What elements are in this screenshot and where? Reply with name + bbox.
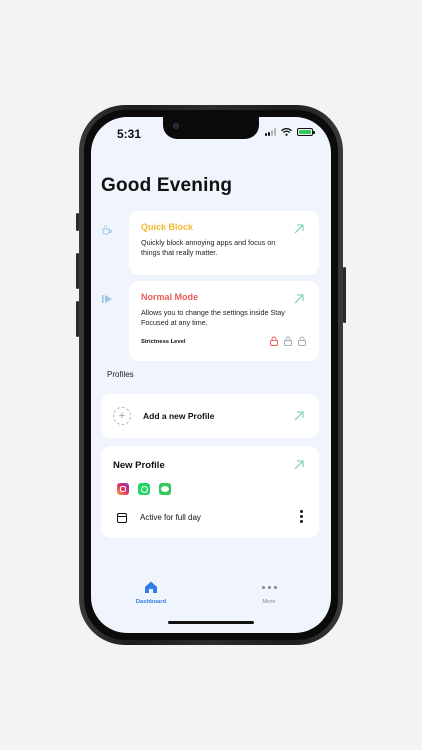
- schedule-label: Active for full day: [140, 513, 201, 522]
- app-screen: 5:31 Good Evening Quick Block Quickly bl…: [91, 117, 331, 633]
- open-arrow-icon[interactable]: [293, 410, 305, 422]
- tab-dashboard-label: Dashboard: [135, 599, 167, 605]
- volume-down-button: [76, 301, 79, 337]
- lock-icon[interactable]: [283, 336, 293, 346]
- quick-block-title: Quick Block: [141, 222, 194, 232]
- calendar-icon: [117, 513, 127, 523]
- home-icon: [145, 581, 157, 593]
- wifi-icon: [281, 128, 292, 136]
- cellular-signal-icon: [265, 128, 276, 136]
- normal-mode-description: Allows you to change the settings inside…: [141, 308, 285, 327]
- notch: [163, 117, 259, 139]
- battery-icon: [297, 128, 315, 136]
- blocked-apps: [117, 483, 171, 495]
- tab-bar: Dashboard More: [91, 565, 331, 633]
- tab-more-label: More: [262, 599, 276, 605]
- instagram-icon: [117, 483, 129, 495]
- messages-icon: [159, 483, 171, 495]
- front-camera: [173, 123, 179, 129]
- strictness-level-selector[interactable]: [269, 336, 307, 346]
- coffee-cup-icon: [101, 224, 113, 236]
- quick-block-description: Quickly block annoying apps and focus on…: [141, 238, 276, 257]
- lock-icon[interactable]: [297, 336, 307, 346]
- phone-frame: 5:31 Good Evening Quick Block Quickly bl…: [76, 105, 346, 645]
- more-options-icon[interactable]: [300, 510, 304, 523]
- strictness-level-label: Strictness Level: [141, 339, 186, 345]
- canvas: 5:31 Good Evening Quick Block Quickly bl…: [0, 0, 422, 750]
- add-profile-card[interactable]: + Add a new Profile: [101, 394, 319, 438]
- open-arrow-icon[interactable]: [293, 459, 305, 471]
- page-title: Good Evening: [101, 175, 233, 196]
- whatsapp-icon: [138, 483, 150, 495]
- ellipsis-icon: [239, 579, 299, 595]
- normal-mode-card[interactable]: Normal Mode Allows you to change the set…: [129, 281, 319, 361]
- open-arrow-icon[interactable]: [293, 293, 305, 305]
- lock-icon[interactable]: [269, 336, 279, 346]
- add-profile-label: Add a new Profile: [143, 411, 215, 421]
- power-button: [343, 267, 346, 323]
- status-icons: [265, 128, 315, 136]
- plus-icon: +: [113, 407, 131, 425]
- mute-switch: [76, 213, 79, 231]
- open-arrow-icon[interactable]: [293, 223, 305, 235]
- profile-name: New Profile: [113, 460, 165, 471]
- volume-up-button: [76, 253, 79, 289]
- quick-block-card[interactable]: Quick Block Quickly block annoying apps …: [129, 211, 319, 275]
- profile-card[interactable]: New Profile Active for full day: [101, 446, 319, 538]
- normal-mode-title: Normal Mode: [141, 292, 199, 302]
- play-icon: [101, 293, 113, 305]
- status-time: 5:31: [117, 127, 142, 141]
- home-indicator[interactable]: [168, 621, 254, 624]
- tab-more[interactable]: More: [239, 579, 299, 605]
- tab-dashboard[interactable]: Dashboard: [121, 579, 181, 605]
- profiles-section-label: Profiles: [107, 370, 134, 379]
